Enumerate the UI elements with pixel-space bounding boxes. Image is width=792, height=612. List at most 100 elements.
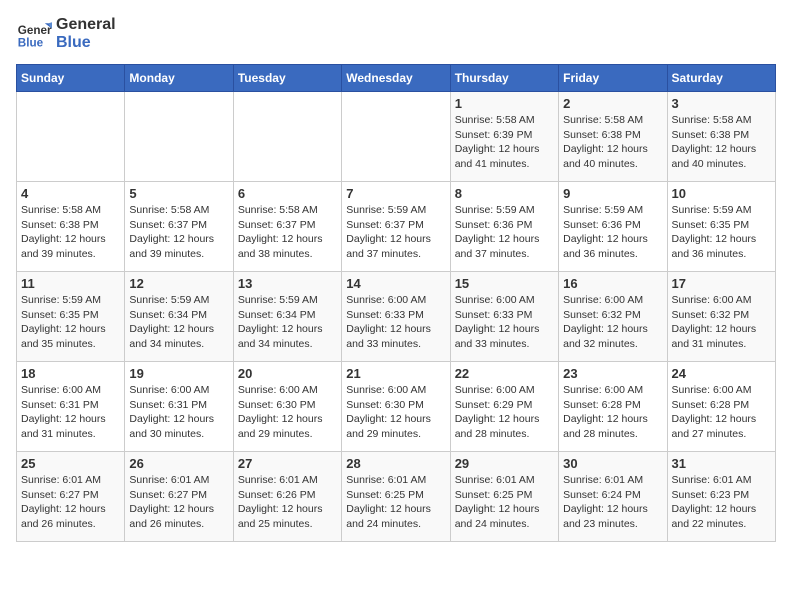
day-info: Sunrise: 5:58 AMSunset: 6:38 PMDaylight:… <box>563 113 662 172</box>
header-thursday: Thursday <box>450 65 558 92</box>
day-info: Sunrise: 6:01 AMSunset: 6:25 PMDaylight:… <box>455 473 554 532</box>
calendar-cell: 14 Sunrise: 6:00 AMSunset: 6:33 PMDayligh… <box>342 272 450 362</box>
calendar-cell: 23 Sunrise: 6:00 AMSunset: 6:28 PMDayligh… <box>559 362 667 452</box>
day-number: 18 <box>21 366 120 381</box>
logo-blue: Blue <box>56 34 116 52</box>
day-info: Sunrise: 6:00 AMSunset: 6:30 PMDaylight:… <box>238 383 337 442</box>
day-number: 26 <box>129 456 228 471</box>
day-number: 11 <box>21 276 120 291</box>
day-number: 5 <box>129 186 228 201</box>
calendar-cell: 27 Sunrise: 6:01 AMSunset: 6:26 PMDayligh… <box>233 452 341 542</box>
day-info: Sunrise: 5:58 AMSunset: 6:38 PMDaylight:… <box>21 203 120 262</box>
day-info: Sunrise: 6:01 AMSunset: 6:26 PMDaylight:… <box>238 473 337 532</box>
day-info: Sunrise: 5:58 AMSunset: 6:37 PMDaylight:… <box>129 203 228 262</box>
calendar-cell: 18 Sunrise: 6:00 AMSunset: 6:31 PMDayligh… <box>17 362 125 452</box>
day-info: Sunrise: 6:00 AMSunset: 6:31 PMDaylight:… <box>21 383 120 442</box>
day-number: 9 <box>563 186 662 201</box>
calendar-cell: 10 Sunrise: 5:59 AMSunset: 6:35 PMDayligh… <box>667 182 775 272</box>
calendar-cell: 19 Sunrise: 6:00 AMSunset: 6:31 PMDayligh… <box>125 362 233 452</box>
calendar-header-row: SundayMondayTuesdayWednesdayThursdayFrid… <box>17 65 776 92</box>
calendar-cell: 6 Sunrise: 5:58 AMSunset: 6:37 PMDaylight… <box>233 182 341 272</box>
header-tuesday: Tuesday <box>233 65 341 92</box>
calendar-cell: 24 Sunrise: 6:00 AMSunset: 6:28 PMDayligh… <box>667 362 775 452</box>
calendar-cell: 17 Sunrise: 6:00 AMSunset: 6:32 PMDayligh… <box>667 272 775 362</box>
day-number: 25 <box>21 456 120 471</box>
day-info: Sunrise: 5:59 AMSunset: 6:36 PMDaylight:… <box>563 203 662 262</box>
day-number: 15 <box>455 276 554 291</box>
calendar-cell: 2 Sunrise: 5:58 AMSunset: 6:38 PMDaylight… <box>559 92 667 182</box>
calendar-cell: 22 Sunrise: 6:00 AMSunset: 6:29 PMDayligh… <box>450 362 558 452</box>
day-number: 13 <box>238 276 337 291</box>
calendar-cell: 31Sunrise: 6:01 AMSunset: 6:23 PMDayligh… <box>667 452 775 542</box>
calendar-cell: 30 Sunrise: 6:01 AMSunset: 6:24 PMDayligh… <box>559 452 667 542</box>
day-number: 2 <box>563 96 662 111</box>
day-number: 24 <box>672 366 771 381</box>
svg-text:General: General <box>18 24 52 37</box>
calendar-cell <box>342 92 450 182</box>
calendar-cell: 28 Sunrise: 6:01 AMSunset: 6:25 PMDayligh… <box>342 452 450 542</box>
day-info: Sunrise: 6:00 AMSunset: 6:32 PMDaylight:… <box>563 293 662 352</box>
day-info: Sunrise: 5:59 AMSunset: 6:37 PMDaylight:… <box>346 203 445 262</box>
day-info: Sunrise: 5:58 AMSunset: 6:37 PMDaylight:… <box>238 203 337 262</box>
day-number: 27 <box>238 456 337 471</box>
day-info: Sunrise: 5:59 AMSunset: 6:35 PMDaylight:… <box>672 203 771 262</box>
calendar-table: SundayMondayTuesdayWednesdayThursdayFrid… <box>16 64 776 542</box>
day-info: Sunrise: 6:00 AMSunset: 6:33 PMDaylight:… <box>455 293 554 352</box>
day-info: Sunrise: 6:00 AMSunset: 6:29 PMDaylight:… <box>455 383 554 442</box>
calendar-week-row: 18 Sunrise: 6:00 AMSunset: 6:31 PMDayligh… <box>17 362 776 452</box>
calendar-cell: 12Sunrise: 5:59 AMSunset: 6:34 PMDayligh… <box>125 272 233 362</box>
calendar-week-row: 25 Sunrise: 6:01 AMSunset: 6:27 PMDayligh… <box>17 452 776 542</box>
day-number: 17 <box>672 276 771 291</box>
day-number: 6 <box>238 186 337 201</box>
day-number: 29 <box>455 456 554 471</box>
logo-general: General <box>56 16 116 34</box>
day-info: Sunrise: 6:01 AMSunset: 6:27 PMDaylight:… <box>129 473 228 532</box>
calendar-cell: 5 Sunrise: 5:58 AMSunset: 6:37 PMDaylight… <box>125 182 233 272</box>
header: General Blue General Blue <box>16 16 776 52</box>
calendar-week-row: 11Sunrise: 5:59 AMSunset: 6:35 PMDayligh… <box>17 272 776 362</box>
calendar-cell <box>17 92 125 182</box>
calendar-cell <box>233 92 341 182</box>
day-info: Sunrise: 6:00 AMSunset: 6:31 PMDaylight:… <box>129 383 228 442</box>
day-number: 19 <box>129 366 228 381</box>
calendar-cell: 8Sunrise: 5:59 AMSunset: 6:36 PMDaylight… <box>450 182 558 272</box>
calendar-cell: 13 Sunrise: 5:59 AMSunset: 6:34 PMDayligh… <box>233 272 341 362</box>
day-number: 28 <box>346 456 445 471</box>
calendar-cell: 15 Sunrise: 6:00 AMSunset: 6:33 PMDayligh… <box>450 272 558 362</box>
day-number: 3 <box>672 96 771 111</box>
day-info: Sunrise: 6:01 AMSunset: 6:27 PMDaylight:… <box>21 473 120 532</box>
calendar-cell: 7Sunrise: 5:59 AMSunset: 6:37 PMDaylight… <box>342 182 450 272</box>
calendar-cell: 29 Sunrise: 6:01 AMSunset: 6:25 PMDayligh… <box>450 452 558 542</box>
calendar-cell: 9 Sunrise: 5:59 AMSunset: 6:36 PMDaylight… <box>559 182 667 272</box>
calendar-cell: 11Sunrise: 5:59 AMSunset: 6:35 PMDayligh… <box>17 272 125 362</box>
logo-icon: General Blue <box>16 16 52 52</box>
day-number: 10 <box>672 186 771 201</box>
header-friday: Friday <box>559 65 667 92</box>
day-info: Sunrise: 6:00 AMSunset: 6:30 PMDaylight:… <box>346 383 445 442</box>
day-info: Sunrise: 6:01 AMSunset: 6:23 PMDaylight:… <box>672 473 771 532</box>
calendar-cell <box>125 92 233 182</box>
day-info: Sunrise: 6:00 AMSunset: 6:28 PMDaylight:… <box>563 383 662 442</box>
calendar-cell: 16Sunrise: 6:00 AMSunset: 6:32 PMDayligh… <box>559 272 667 362</box>
day-info: Sunrise: 6:00 AMSunset: 6:28 PMDaylight:… <box>672 383 771 442</box>
header-wednesday: Wednesday <box>342 65 450 92</box>
day-info: Sunrise: 6:01 AMSunset: 6:24 PMDaylight:… <box>563 473 662 532</box>
day-info: Sunrise: 6:01 AMSunset: 6:25 PMDaylight:… <box>346 473 445 532</box>
calendar-week-row: 1 Sunrise: 5:58 AMSunset: 6:39 PMDaylight… <box>17 92 776 182</box>
day-info: Sunrise: 6:00 AMSunset: 6:32 PMDaylight:… <box>672 293 771 352</box>
calendar-cell: 21 Sunrise: 6:00 AMSunset: 6:30 PMDayligh… <box>342 362 450 452</box>
calendar-cell: 4Sunrise: 5:58 AMSunset: 6:38 PMDaylight… <box>17 182 125 272</box>
day-info: Sunrise: 5:58 AMSunset: 6:39 PMDaylight:… <box>455 113 554 172</box>
logo: General Blue General Blue <box>16 16 116 52</box>
day-number: 14 <box>346 276 445 291</box>
calendar-cell: 3Sunrise: 5:58 AMSunset: 6:38 PMDaylight… <box>667 92 775 182</box>
day-number: 30 <box>563 456 662 471</box>
day-info: Sunrise: 5:59 AMSunset: 6:34 PMDaylight:… <box>238 293 337 352</box>
day-number: 1 <box>455 96 554 111</box>
header-monday: Monday <box>125 65 233 92</box>
day-number: 23 <box>563 366 662 381</box>
day-info: Sunrise: 6:00 AMSunset: 6:33 PMDaylight:… <box>346 293 445 352</box>
day-number: 22 <box>455 366 554 381</box>
day-number: 21 <box>346 366 445 381</box>
calendar-cell: 26 Sunrise: 6:01 AMSunset: 6:27 PMDayligh… <box>125 452 233 542</box>
